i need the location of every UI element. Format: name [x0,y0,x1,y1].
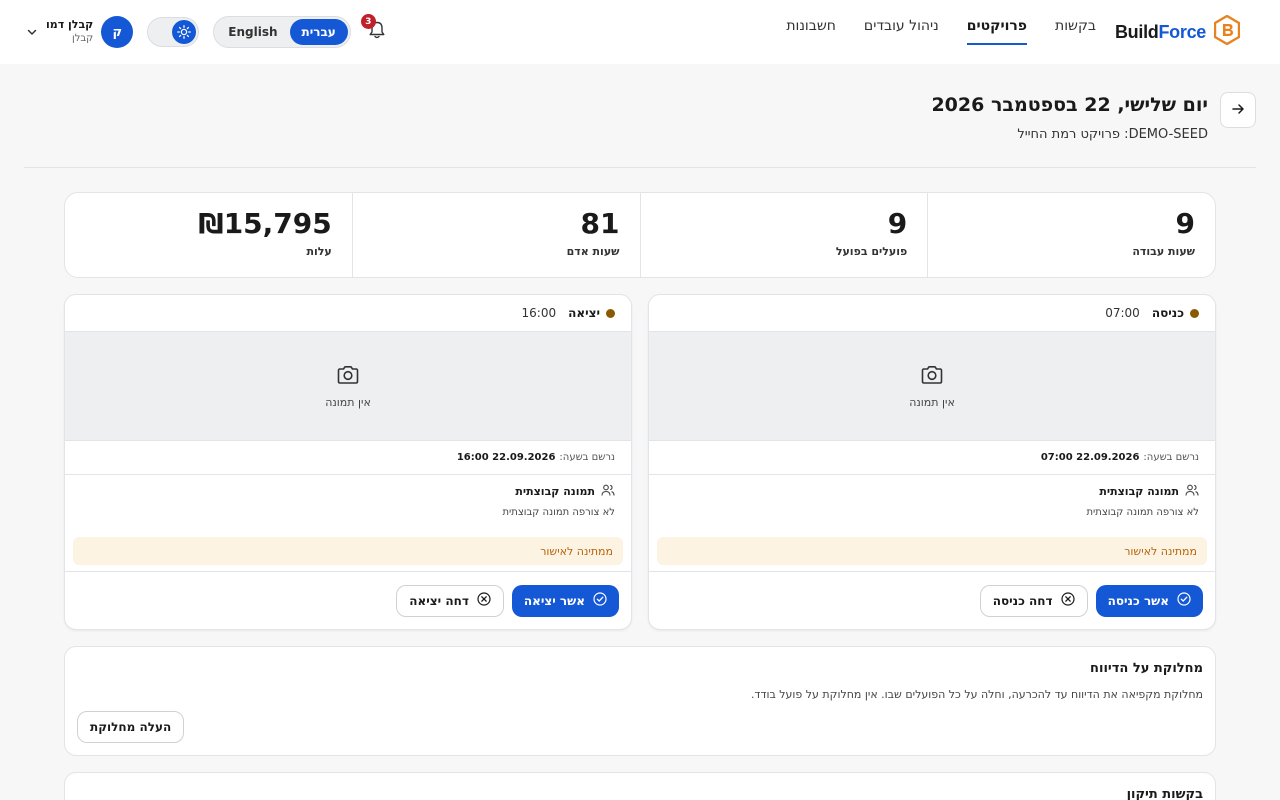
user-info[interactable]: קבלן דמו קבלן [46,18,93,46]
recorded-value: 22.09.2026 07:00 [1040,452,1140,463]
stat-value: 9 [887,207,908,240]
stats-summary: 9 שעות עבודה 9 פועלים בפועל 81 שעות אדם … [64,192,1216,278]
stat-label: שעות אדם [566,245,620,258]
page-subtitle: DEMO-SEED: פרויקט רמת החייל [1017,127,1208,142]
entry-time: 07:00 [1105,306,1140,320]
reject-entry-label: דחה כניסה [992,593,1053,608]
theme-toggle[interactable] [147,17,200,47]
reject-exit-label: דחה יציאה [409,593,469,608]
notification-count-badge: 3 [360,14,376,29]
users-icon [1185,483,1199,500]
stat-value: 81 [580,207,620,240]
group-photo-title: תמונה קבוצתית [515,485,595,498]
nav-item-workers[interactable]: ניהול עובדים [864,18,939,45]
entry-label: כניסה [1151,306,1184,320]
user-name: קבלן דמו [46,18,94,31]
exit-actions: אשר יציאה דחה יציאה [65,571,631,629]
arrow-right-icon [1231,102,1245,119]
status-dot [606,308,615,318]
lang-option-english[interactable]: English [216,19,289,45]
no-photo-text: אין תמונה [909,395,955,409]
nav-item-requests[interactable]: בקשות [1055,18,1096,45]
exit-label: יציאה [568,306,600,320]
exit-group-photo: תמונה קבוצתית לא צורפה תמונה קבוצתית [65,475,631,537]
exit-card-header: יציאה 16:00 [65,295,631,332]
approve-entry-button[interactable]: אשר כניסה [1095,584,1203,617]
sun-icon [172,20,197,44]
check-circle-icon [593,592,607,609]
exit-recorded-at: נרשם בשעה: 22.09.2026 16:00 [65,441,631,475]
stat-label: עלות [306,245,332,258]
dispute-text: מחלוקת מקפיאה את הדיווח עד להכרעה, וחלה … [750,688,1203,701]
approve-exit-button[interactable]: אשר יציאה [511,584,619,617]
pending-status-badge: ממתינה לאישור [73,537,623,565]
raise-dispute-button[interactable]: העלה מחלוקת [77,711,185,743]
nav-item-projects[interactable]: פרויקטים [966,18,1028,45]
chevron-down-icon[interactable] [24,24,40,40]
entry-group-photo: תמונה קבוצתית לא צורפה תמונה קבוצתית [649,475,1215,537]
group-photo-text: לא צורפה תמונה קבוצתית [502,507,615,518]
recorded-label: נרשם בשעה: [559,452,615,463]
top-bar: BuildForce בקשות פרויקטים ניהול עובדים ח… [0,0,1280,64]
stat-label: פועלים בפועל [835,245,908,258]
stat-value: ₪15,795 [198,207,332,240]
entry-recorded-at: נרשם בשעה: 22.09.2026 07:00 [649,441,1215,475]
stat-cost: ₪15,795 עלות [65,193,352,277]
nav-item-accounts[interactable]: חשבונות [786,18,836,45]
recorded-label: נרשם בשעה: [1143,452,1199,463]
approve-entry-label: אשר כניסה [1107,593,1169,608]
reject-exit-button[interactable]: דחה יציאה [396,584,504,617]
repair-requests-title: בקשות תיקון [1126,787,1203,800]
page-title: יום שלישי, 22 בספטמבר 2026 [931,94,1208,116]
stat-label: שעות עבודה [1132,245,1195,258]
brand[interactable]: BuildForce [1114,14,1241,49]
brand-name: BuildForce [1114,21,1206,42]
group-photo-title: תמונה קבוצתית [1099,485,1179,498]
back-button[interactable] [1220,92,1256,128]
user-role: קבלן [71,33,94,44]
language-switch: עברית English [213,16,351,48]
page-header: יום שלישי, 22 בספטמבר 2026 DEMO-SEED: פר… [24,92,1256,168]
stat-work-hours: 9 שעות עבודה [927,193,1215,277]
camera-icon [920,364,944,390]
notifications-button[interactable]: 3 [360,14,389,44]
check-circle-icon [1177,592,1191,609]
header-controls: קבלן דמו קבלן ק עברית English 3 [24,14,389,50]
entry-actions: אשר כניסה דחה כניסה [649,571,1215,629]
exit-card: יציאה 16:00 אין תמונה נרשם בשעה: 22.09.2… [64,294,632,630]
no-photo-text: אין תמונה [325,395,371,409]
exit-photo-placeholder: אין תמונה [65,332,631,441]
stat-man-hours: 81 שעות אדם [351,193,640,277]
group-photo-text: לא צורפה תמונה קבוצתית [1086,507,1199,518]
camera-icon [336,364,360,390]
users-icon [601,483,615,500]
dispute-title: מחלוקת על הדיווח [1090,661,1203,676]
recorded-value: 22.09.2026 16:00 [456,452,556,463]
entry-card: כניסה 07:00 אין תמונה נרשם בשעה: 22.09.2… [648,294,1216,630]
buildforce-logo-icon [1213,14,1241,49]
exit-time: 16:00 [521,306,557,320]
status-dot [1190,308,1199,318]
stat-actual-workers: 9 פועלים בפועל [639,193,928,277]
reject-entry-button[interactable]: דחה כניסה [979,584,1088,617]
repair-requests-section: בקשות תיקון [64,772,1216,800]
entry-photo-placeholder: אין תמונה [649,332,1215,441]
pending-status-badge: ממתינה לאישור [657,537,1207,565]
x-circle-icon [477,592,491,609]
lang-option-hebrew[interactable]: עברית [289,19,348,45]
approve-exit-label: אשר יציאה [523,593,585,608]
avatar[interactable]: ק [101,16,134,48]
x-circle-icon [1060,592,1075,609]
entry-card-header: כניסה 07:00 [649,295,1215,332]
stat-value: 9 [1175,207,1195,240]
dispute-section: מחלוקת על הדיווח מחלוקת מקפיאה את הדיווח… [64,646,1216,756]
main-nav: בקשות פרויקטים ניהול עובדים חשבונות [786,18,1096,45]
